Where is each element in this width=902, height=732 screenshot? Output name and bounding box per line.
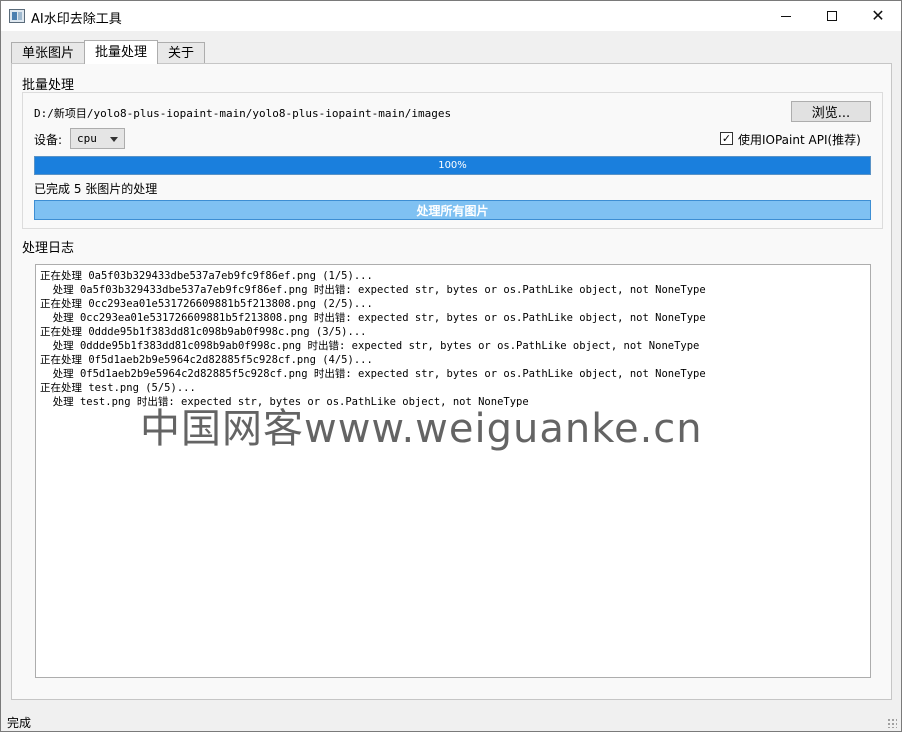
status-bar: 完成 bbox=[1, 709, 901, 731]
app-window: AI水印去除工具 ✕ 单张图片 批量处理 关于 批量处理 D:/新项目/yolo… bbox=[0, 0, 902, 732]
checkmark-icon: ✓ bbox=[721, 132, 732, 145]
minimize-button[interactable] bbox=[763, 1, 809, 31]
watermark-text: 中国网客www.weiguanke.cn bbox=[140, 406, 703, 452]
progress-text: 100% bbox=[438, 160, 467, 171]
batch-status-text: 已完成 5 张图片的处理 bbox=[34, 182, 158, 196]
use-iopaint-checkbox[interactable]: ✓ bbox=[720, 132, 733, 145]
minimize-icon bbox=[781, 15, 791, 17]
log-line: 处理 0a5f03b329433dbe537a7eb9fc9f86ef.png … bbox=[40, 284, 706, 296]
app-icon bbox=[9, 9, 25, 23]
progress-bar: 100% bbox=[34, 156, 871, 175]
log-line: 正在处理 0f5d1aeb2b9e5964c2d82885f5c928cf.pn… bbox=[40, 354, 373, 366]
log-line: 正在处理 0ddde95b1f383dd81c098b9ab0f998c.png… bbox=[40, 326, 367, 338]
maximize-icon bbox=[827, 11, 837, 21]
log-line: 处理 0f5d1aeb2b9e5964c2d82885f5c928cf.png … bbox=[40, 368, 706, 380]
log-group-title: 处理日志 bbox=[22, 241, 75, 256]
device-label: 设备: bbox=[34, 133, 63, 147]
use-iopaint-label: 使用IOPaint API(推荐) bbox=[738, 133, 861, 147]
close-button[interactable]: ✕ bbox=[855, 1, 901, 31]
batch-tab-panel: 批量处理 D:/新项目/yolo8-plus-iopaint-main/yolo… bbox=[11, 63, 892, 700]
resize-grip-icon[interactable] bbox=[887, 718, 897, 728]
batch-group-title: 批量处理 bbox=[22, 78, 75, 93]
tab-single-image[interactable]: 单张图片 bbox=[11, 42, 86, 64]
device-select-value: cpu bbox=[77, 132, 97, 145]
log-line: 处理 0ddde95b1f383dd81c098b9ab0f998c.png 时… bbox=[40, 340, 700, 352]
chevron-down-icon bbox=[110, 137, 118, 142]
log-line: 正在处理 0a5f03b329433dbe537a7eb9fc9f86ef.pn… bbox=[40, 270, 373, 282]
process-all-button[interactable]: 处理所有图片 bbox=[34, 200, 871, 220]
tab-about[interactable]: 关于 bbox=[157, 42, 206, 64]
window-title: AI水印去除工具 bbox=[31, 12, 122, 27]
log-textarea[interactable]: 正在处理 0a5f03b329433dbe537a7eb9fc9f86ef.pn… bbox=[35, 264, 871, 678]
tab-bar: 单张图片 批量处理 关于 bbox=[11, 40, 206, 64]
title-bar: AI水印去除工具 ✕ bbox=[1, 1, 901, 31]
log-line: 处理 0cc293ea01e531726609881b5f213808.png … bbox=[40, 312, 706, 324]
log-line: 正在处理 test.png (5/5)... bbox=[40, 382, 196, 394]
maximize-button[interactable] bbox=[809, 1, 855, 31]
close-icon: ✕ bbox=[871, 6, 885, 25]
tab-batch[interactable]: 批量处理 bbox=[84, 40, 159, 64]
browse-button[interactable]: 浏览... bbox=[791, 101, 871, 122]
status-bar-text: 完成 bbox=[7, 716, 32, 730]
device-select[interactable]: cpu bbox=[70, 128, 125, 149]
log-line: 正在处理 0cc293ea01e531726609881b5f213808.pn… bbox=[40, 298, 373, 310]
folder-path: D:/新项目/yolo8-plus-iopaint-main/yolo8-plu… bbox=[34, 107, 452, 120]
